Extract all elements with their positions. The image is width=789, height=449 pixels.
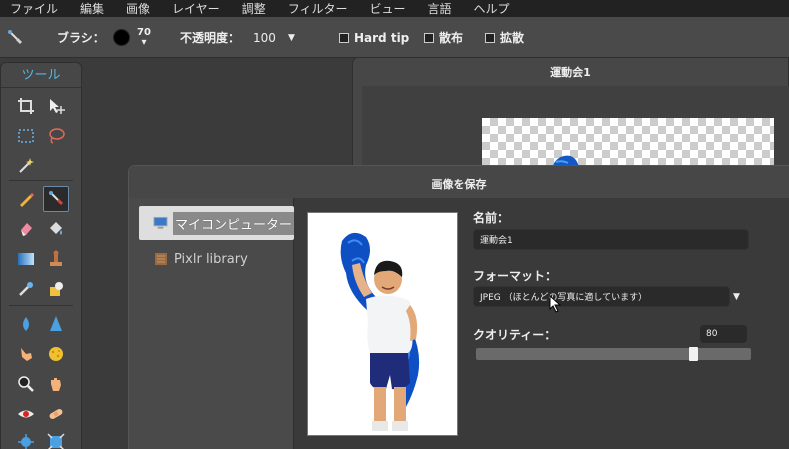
tools-divider <box>9 180 73 181</box>
brush-tool-icon[interactable] <box>43 186 69 212</box>
save-location-list: マイコンピューター Pixlr library <box>129 198 294 449</box>
gradient-tool-icon[interactable] <box>13 246 39 272</box>
format-label: フォーマット： <box>473 269 558 283</box>
menu-language[interactable]: 言語 <box>416 0 462 17</box>
eraser-tool-icon[interactable] <box>13 216 39 242</box>
menu-bar: ファイル 編集 画像 レイヤー 調整 フィルター ビュー 言語 ヘルプ <box>0 0 789 17</box>
menu-filter[interactable]: フィルター <box>277 0 359 17</box>
transform-tool-icon[interactable] <box>13 429 39 449</box>
tools-divider <box>9 305 73 306</box>
brush-preview[interactable] <box>113 17 130 58</box>
pencil-tool-icon[interactable] <box>13 186 39 212</box>
scatter-label: 散布 <box>439 31 464 45</box>
chevron-down-icon[interactable]: ▼ <box>733 292 740 302</box>
document-title: 運動会1 <box>550 66 591 79</box>
pinch-tool-icon[interactable] <box>43 429 69 449</box>
tool-options-bar: ブラシ： 70 ▾ 不透明度： 100 ▼ Hard tip 散布 拡散 <box>0 17 789 58</box>
name-label: 名前： <box>473 211 510 225</box>
brush-label: ブラシ： <box>57 31 105 45</box>
red-eye-tool-icon[interactable] <box>13 401 39 427</box>
paint-bucket-tool-icon[interactable] <box>43 216 69 242</box>
menu-layer[interactable]: レイヤー <box>161 0 231 17</box>
crop-tool-icon[interactable] <box>13 93 39 119</box>
location-label: マイコンピューター <box>172 211 294 235</box>
menu-image[interactable]: 画像 <box>115 0 161 17</box>
menu-help[interactable]: ヘルプ <box>463 0 521 17</box>
menu-adjust[interactable]: 調整 <box>231 0 277 17</box>
filename-input[interactable]: 運動会1 <box>473 229 749 250</box>
book-icon <box>155 253 167 265</box>
tools-panel: ツール <box>0 62 82 449</box>
hard-tip-label: Hard tip <box>354 30 410 45</box>
monitor-icon <box>153 216 168 229</box>
hand-tool-icon[interactable] <box>43 371 69 397</box>
quality-label: クオリティー： <box>473 328 557 342</box>
image-preview <box>307 212 458 436</box>
location-label: Pixlr library <box>174 251 248 267</box>
hard-tip-checkbox[interactable]: Hard tip <box>339 17 409 58</box>
move-tool-icon[interactable] <box>43 93 69 119</box>
quality-input[interactable]: 80 <box>700 325 747 343</box>
lasso-tool-icon[interactable] <box>43 123 69 149</box>
opacity-value[interactable]: 100 <box>253 17 276 58</box>
smudge-tool-icon[interactable] <box>13 341 39 367</box>
drawing-tool-icon[interactable] <box>43 276 69 302</box>
zoom-tool-icon[interactable] <box>13 371 39 397</box>
brush-size-selector[interactable]: 70 ▾ <box>137 17 151 58</box>
spot-heal-tool-icon[interactable] <box>43 401 69 427</box>
magic-wand-tool-icon[interactable] <box>13 152 39 178</box>
brush-size-value: 70 <box>137 26 151 38</box>
opacity-label: 不透明度： <box>180 31 241 45</box>
cursor-icon <box>549 294 563 317</box>
spread-checkbox[interactable]: 拡散 <box>485 17 524 58</box>
menu-edit[interactable]: 編集 <box>69 0 115 17</box>
boy-photo-preview <box>308 213 457 435</box>
sponge-tool-icon[interactable] <box>43 341 69 367</box>
dialog-title: 画像を保存 <box>129 166 789 198</box>
color-replace-tool-icon[interactable] <box>13 276 39 302</box>
scatter-checkbox[interactable]: 散布 <box>424 17 463 58</box>
location-my-computer[interactable]: マイコンピューター <box>139 206 294 240</box>
format-select[interactable]: JPEG （ほとんどの写真に適しています） <box>473 286 730 307</box>
save-image-dialog: 画像を保存 マイコンピューター Pixlr library 名前： 運動会1 フ… <box>128 165 789 449</box>
quality-slider-thumb[interactable] <box>689 347 698 361</box>
menu-file[interactable]: ファイル <box>0 0 69 17</box>
quality-slider[interactable] <box>476 347 751 361</box>
blur-tool-icon[interactable] <box>13 311 39 337</box>
tools-panel-title: ツール <box>1 63 81 88</box>
marquee-tool-icon[interactable] <box>13 123 39 149</box>
location-pixlr-library[interactable]: Pixlr library <box>139 242 248 276</box>
sharpen-tool-icon[interactable] <box>43 311 69 337</box>
opacity-dropdown-icon[interactable]: ▼ <box>288 17 295 58</box>
clone-stamp-tool-icon[interactable] <box>43 246 69 272</box>
document-canvas-area[interactable] <box>362 86 789 178</box>
menu-view[interactable]: ビュー <box>358 0 416 17</box>
brush-tool-icon <box>2 17 28 58</box>
document-window: 運動会1 <box>352 57 789 178</box>
chevron-down-icon: ▾ <box>141 36 147 48</box>
spread-label: 拡散 <box>500 31 525 45</box>
